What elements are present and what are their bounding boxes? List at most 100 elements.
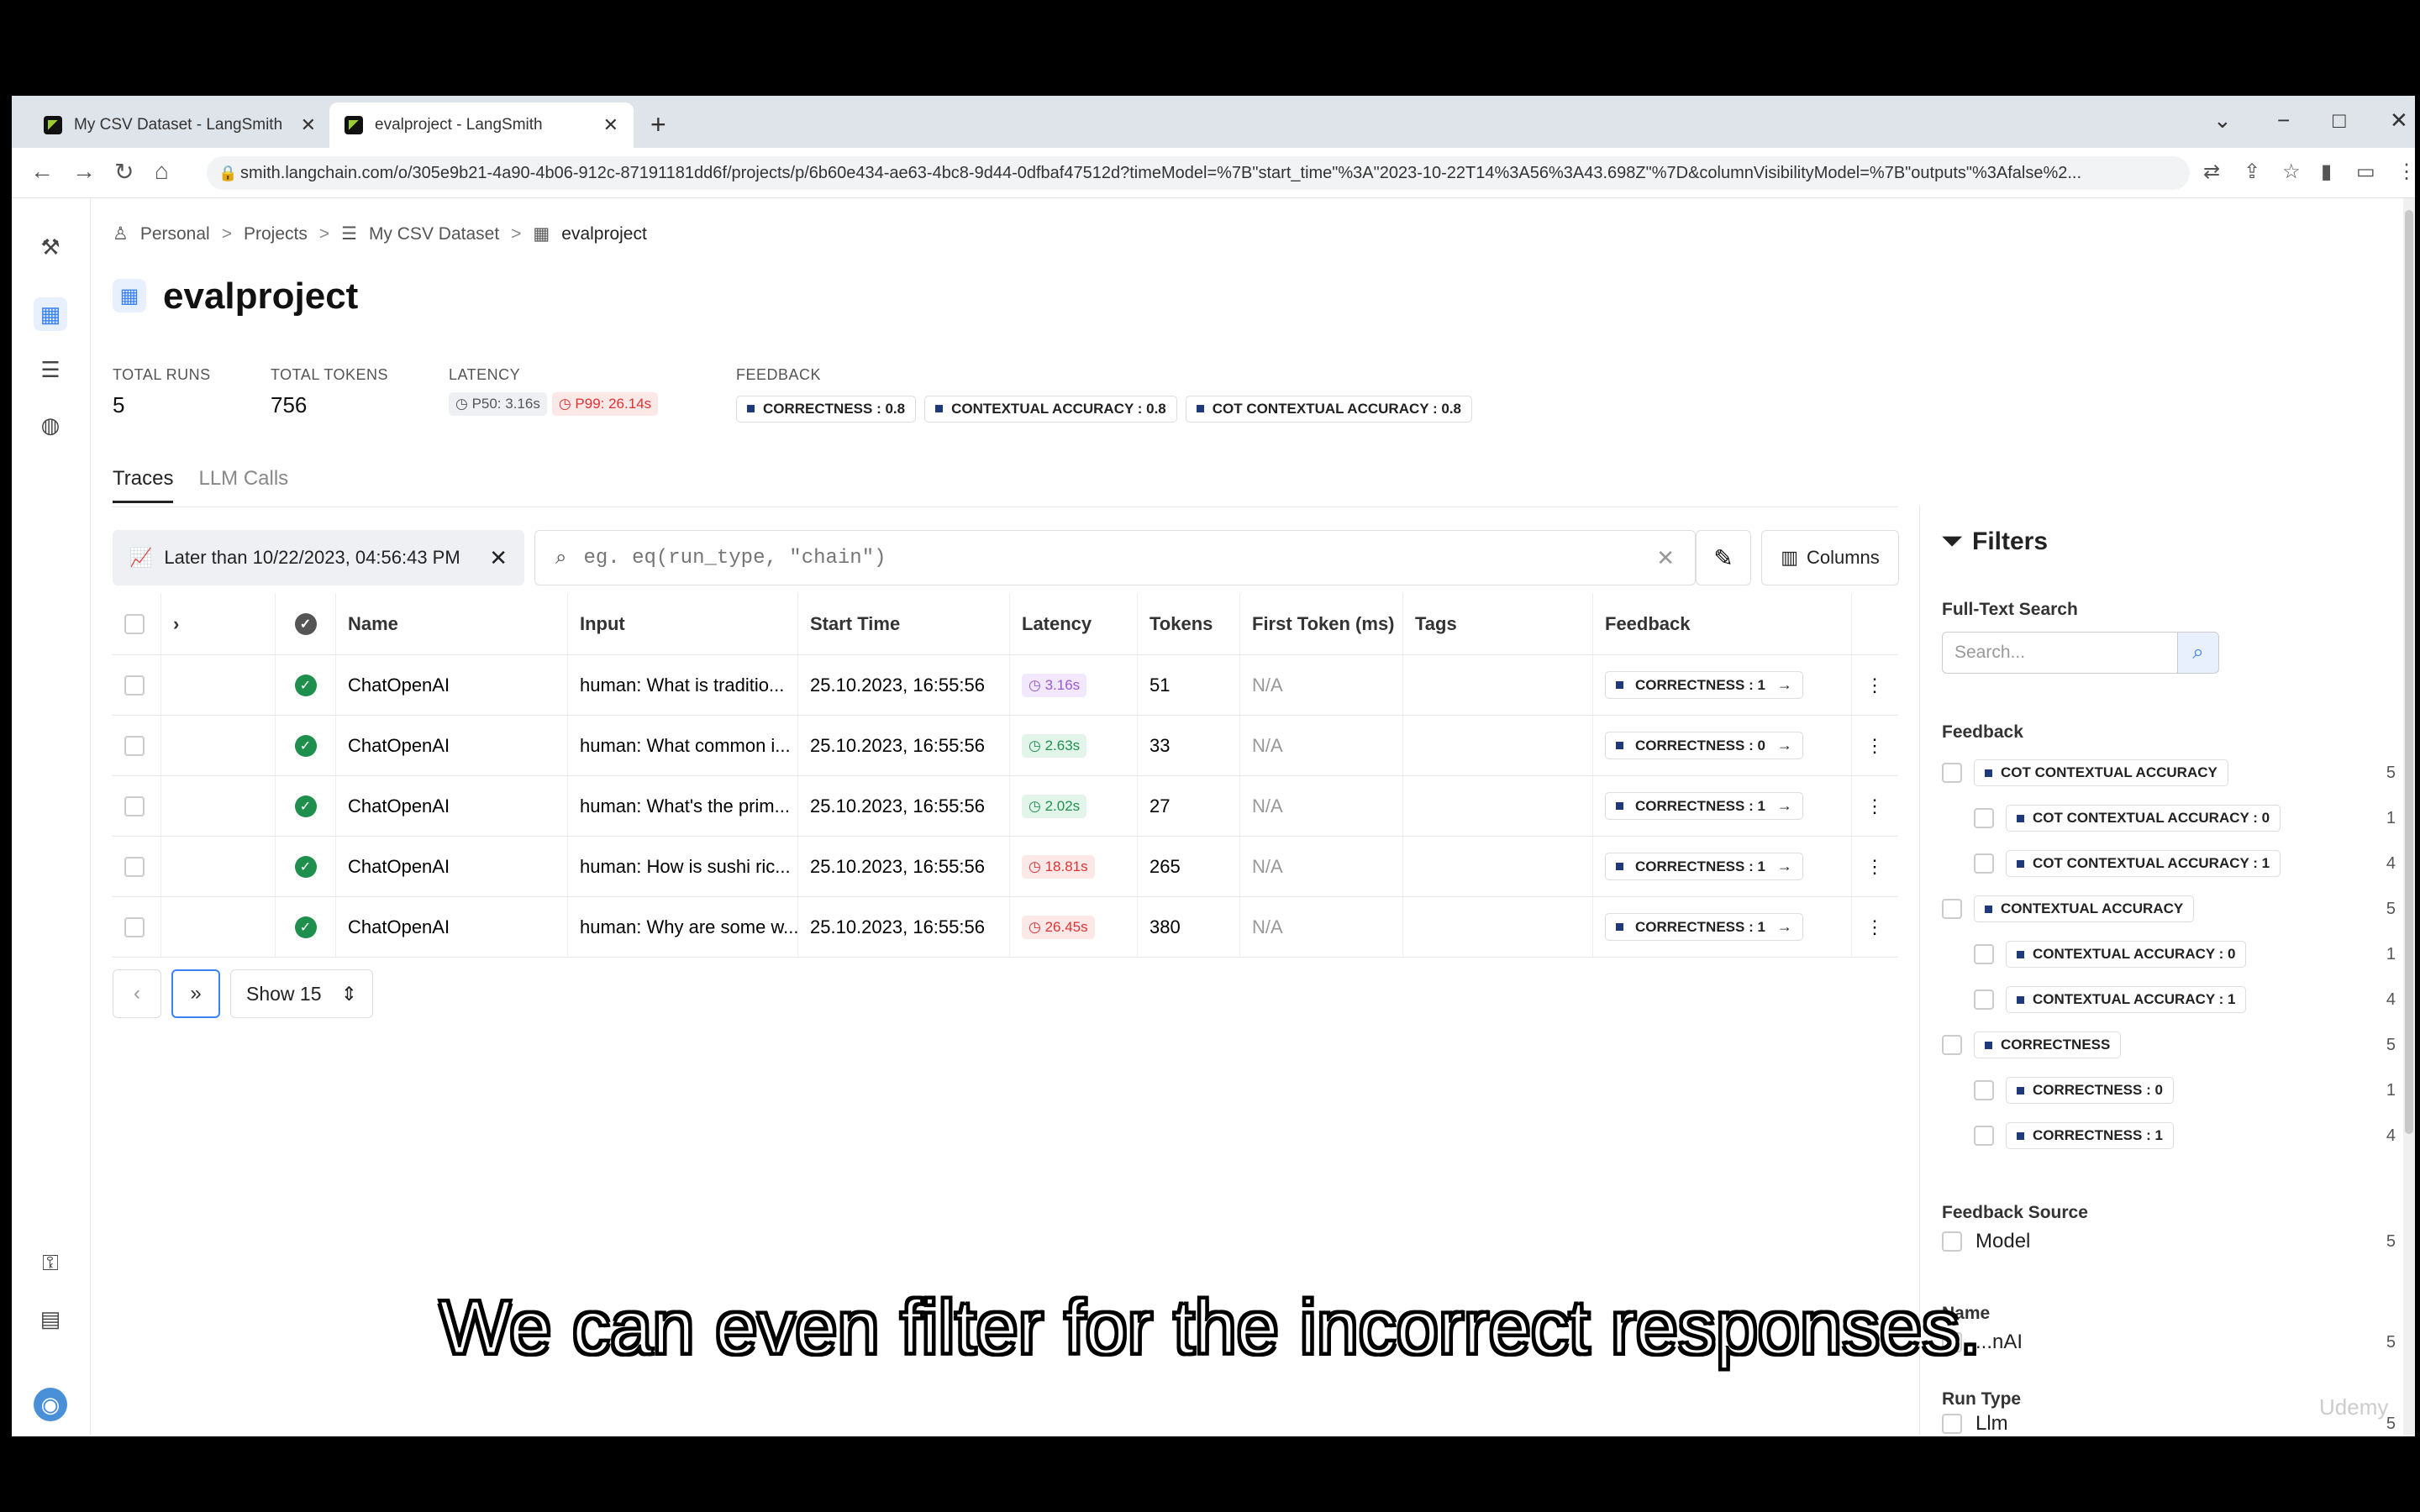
breadcrumb-dataset[interactable]: My CSV Dataset — [369, 224, 499, 244]
new-tab-button[interactable]: + — [650, 109, 666, 140]
feedback-filter-item[interactable]: CORRECTNESS 5 — [1942, 1028, 2396, 1062]
checkbox[interactable] — [1974, 1126, 1994, 1146]
select-all-checkbox[interactable] — [124, 613, 145, 634]
window-close-icon[interactable]: ✕ — [2390, 108, 2408, 134]
feedback-chip[interactable]: CORRECTNESS : 0 → — [1605, 732, 1803, 759]
feedback-filter-item[interactable]: COT CONTEXTUAL ACCURACY 5 — [1942, 756, 2396, 790]
checkbox[interactable] — [1974, 853, 1994, 874]
page-scrollbar[interactable] — [2403, 198, 2415, 1436]
checkbox[interactable] — [1942, 1231, 1962, 1252]
remove-filter-icon[interactable]: ✕ — [489, 545, 508, 571]
date-filter-chip[interactable]: 📈 Later than 10/22/2023, 04:56:43 PM ✕ — [113, 530, 524, 585]
forward-icon[interactable]: → — [72, 158, 96, 185]
breadcrumb-projects[interactable]: Projects — [244, 224, 308, 244]
header-name[interactable]: Name — [336, 593, 568, 654]
row-checkbox[interactable] — [124, 795, 145, 816]
more-vertical-icon[interactable]: ⋮ — [1865, 856, 1884, 878]
tab-llm-calls[interactable]: LLM Calls — [198, 467, 288, 503]
row-checkbox[interactable] — [124, 856, 145, 877]
more-vertical-icon[interactable]: ⋮ — [1865, 735, 1884, 757]
more-icon[interactable]: ⋮ — [2396, 160, 2417, 184]
user-avatar[interactable]: ◉ — [34, 1388, 67, 1421]
more-vertical-icon[interactable]: ⋮ — [1865, 675, 1884, 696]
browser-tab-1[interactable]: My CSV Dataset - LangSmith ✕ — [29, 102, 331, 148]
back-icon[interactable]: ← — [30, 158, 54, 185]
minimize-icon[interactable]: − — [2277, 108, 2290, 134]
feedback-filter-item[interactable]: COT CONTEXTUAL ACCURACY : 0 1 — [1942, 801, 2396, 835]
browser-tab-2[interactable]: evalproject - LangSmith ✕ — [329, 102, 634, 148]
feedback-filter-item[interactable]: CONTEXTUAL ACCURACY 5 — [1942, 892, 2396, 926]
feedback-filter-item[interactable]: CORRECTNESS : 1 4 — [1942, 1119, 2396, 1152]
tab-search-chevron-icon[interactable]: ⌄ — [2213, 108, 2232, 134]
table-row[interactable]: ✓ ChatOpenAI human: What common i... 25.… — [113, 716, 1897, 776]
datasets-database-icon[interactable]: ☰ — [34, 353, 67, 386]
page-size-select[interactable]: Show 15 ⇕ — [230, 969, 373, 1018]
sidebar-icon[interactable]: ▮ — [2321, 160, 2332, 184]
more-vertical-icon[interactable]: ⋮ — [1865, 795, 1884, 817]
filter-source-model[interactable]: Model 5 — [1942, 1225, 2396, 1258]
row-checkbox[interactable] — [124, 675, 145, 696]
prev-page-button[interactable]: ‹ — [113, 969, 161, 1018]
share-icon[interactable]: ⇪ — [2244, 160, 2260, 184]
checkbox[interactable] — [1974, 1080, 1994, 1100]
extension-icon[interactable]: ▭ — [2356, 160, 2375, 184]
header-first-token[interactable]: First Token (ms) — [1240, 593, 1403, 654]
table-row[interactable]: ✓ ChatOpenAI human: How is sushi ric... … — [113, 837, 1897, 897]
expand-chevron-icon[interactable]: › — [173, 613, 179, 635]
tab-close-icon[interactable]: ✕ — [603, 114, 618, 136]
feedback-chip[interactable]: CORRECTNESS : 1 → — [1605, 913, 1803, 941]
url-field[interactable]: 🔒 smith.langchain.com/o/305e9b21-4a90-4b… — [207, 156, 2190, 190]
filter-search-button[interactable]: ⌕ — [2177, 632, 2219, 674]
reload-icon[interactable]: ↻ — [114, 158, 134, 186]
checkbox[interactable] — [1942, 1414, 1962, 1434]
feedback-filter-item[interactable]: CONTEXTUAL ACCURACY : 1 4 — [1942, 983, 2396, 1016]
translate-icon[interactable]: ⇄ — [2203, 160, 2220, 184]
table-row[interactable]: ✓ ChatOpenAI human: Why are some w... 25… — [113, 897, 1897, 958]
maximize-icon[interactable]: □ — [2333, 108, 2346, 134]
run-name[interactable]: ChatOpenAI — [336, 837, 568, 896]
feedback-chip[interactable]: CORRECTNESS : 1 → — [1605, 792, 1803, 820]
bookmark-star-icon[interactable]: ☆ — [2282, 160, 2301, 184]
ai-query-wand-button[interactable]: ✎ — [1696, 530, 1751, 585]
more-vertical-icon[interactable]: ⋮ — [1865, 916, 1884, 938]
home-icon[interactable]: ⌂ — [155, 158, 169, 185]
hub-globe-icon[interactable]: ◍ — [34, 408, 67, 442]
scrollbar-thumb[interactable] — [2405, 210, 2413, 1134]
columns-button[interactable]: ▥ Columns — [1761, 530, 1899, 585]
header-feedback[interactable]: Feedback — [1593, 593, 1852, 654]
run-name[interactable]: ChatOpenAI — [336, 716, 568, 775]
header-tokens[interactable]: Tokens — [1138, 593, 1240, 654]
breadcrumb-personal[interactable]: Personal — [140, 224, 210, 244]
checkbox[interactable] — [1942, 1035, 1962, 1055]
api-key-icon[interactable]: ⚿ — [34, 1247, 67, 1280]
run-name[interactable]: ChatOpenAI — [336, 897, 568, 957]
tab-close-icon[interactable]: ✕ — [301, 114, 316, 136]
feedback-filter-item[interactable]: CONTEXTUAL ACCURACY : 0 1 — [1942, 937, 2396, 971]
feedback-chip[interactable]: CORRECTNESS : 1 → — [1605, 671, 1803, 699]
clear-search-icon[interactable]: ✕ — [1656, 545, 1675, 571]
feedback-chip[interactable]: CORRECTNESS : 1 → — [1605, 853, 1803, 880]
feedback-filter-item[interactable]: CORRECTNESS : 0 1 — [1942, 1074, 2396, 1107]
table-row[interactable]: ✓ ChatOpenAI human: What is traditio... … — [113, 655, 1897, 716]
checkbox[interactable] — [1942, 899, 1962, 919]
row-checkbox[interactable] — [124, 735, 145, 756]
checkbox[interactable] — [1974, 808, 1994, 828]
table-row[interactable]: ✓ ChatOpenAI human: What's the prim... 2… — [113, 776, 1897, 837]
feedback-filter-item[interactable]: COT CONTEXTUAL ACCURACY : 1 4 — [1942, 847, 2396, 880]
filter-search-input[interactable]: Search... — [1942, 632, 2181, 674]
row-checkbox[interactable] — [124, 916, 145, 937]
header-input[interactable]: Input — [568, 593, 798, 654]
header-latency[interactable]: Latency — [1010, 593, 1138, 654]
checkbox[interactable] — [1974, 944, 1994, 964]
header-start-time[interactable]: Start Time — [798, 593, 1010, 654]
tab-traces[interactable]: Traces — [113, 467, 174, 503]
langsmith-logo-icon[interactable]: ⚒ — [34, 230, 67, 264]
header-tags[interactable]: Tags — [1403, 593, 1593, 654]
search-input[interactable] — [583, 546, 1640, 570]
checkbox[interactable] — [1942, 763, 1962, 783]
projects-grid-icon[interactable]: ▦ — [34, 297, 67, 331]
checkbox[interactable] — [1974, 990, 1994, 1010]
run-name[interactable]: ChatOpenAI — [336, 655, 568, 715]
run-name[interactable]: ChatOpenAI — [336, 776, 568, 836]
next-page-button[interactable]: » — [171, 969, 220, 1018]
